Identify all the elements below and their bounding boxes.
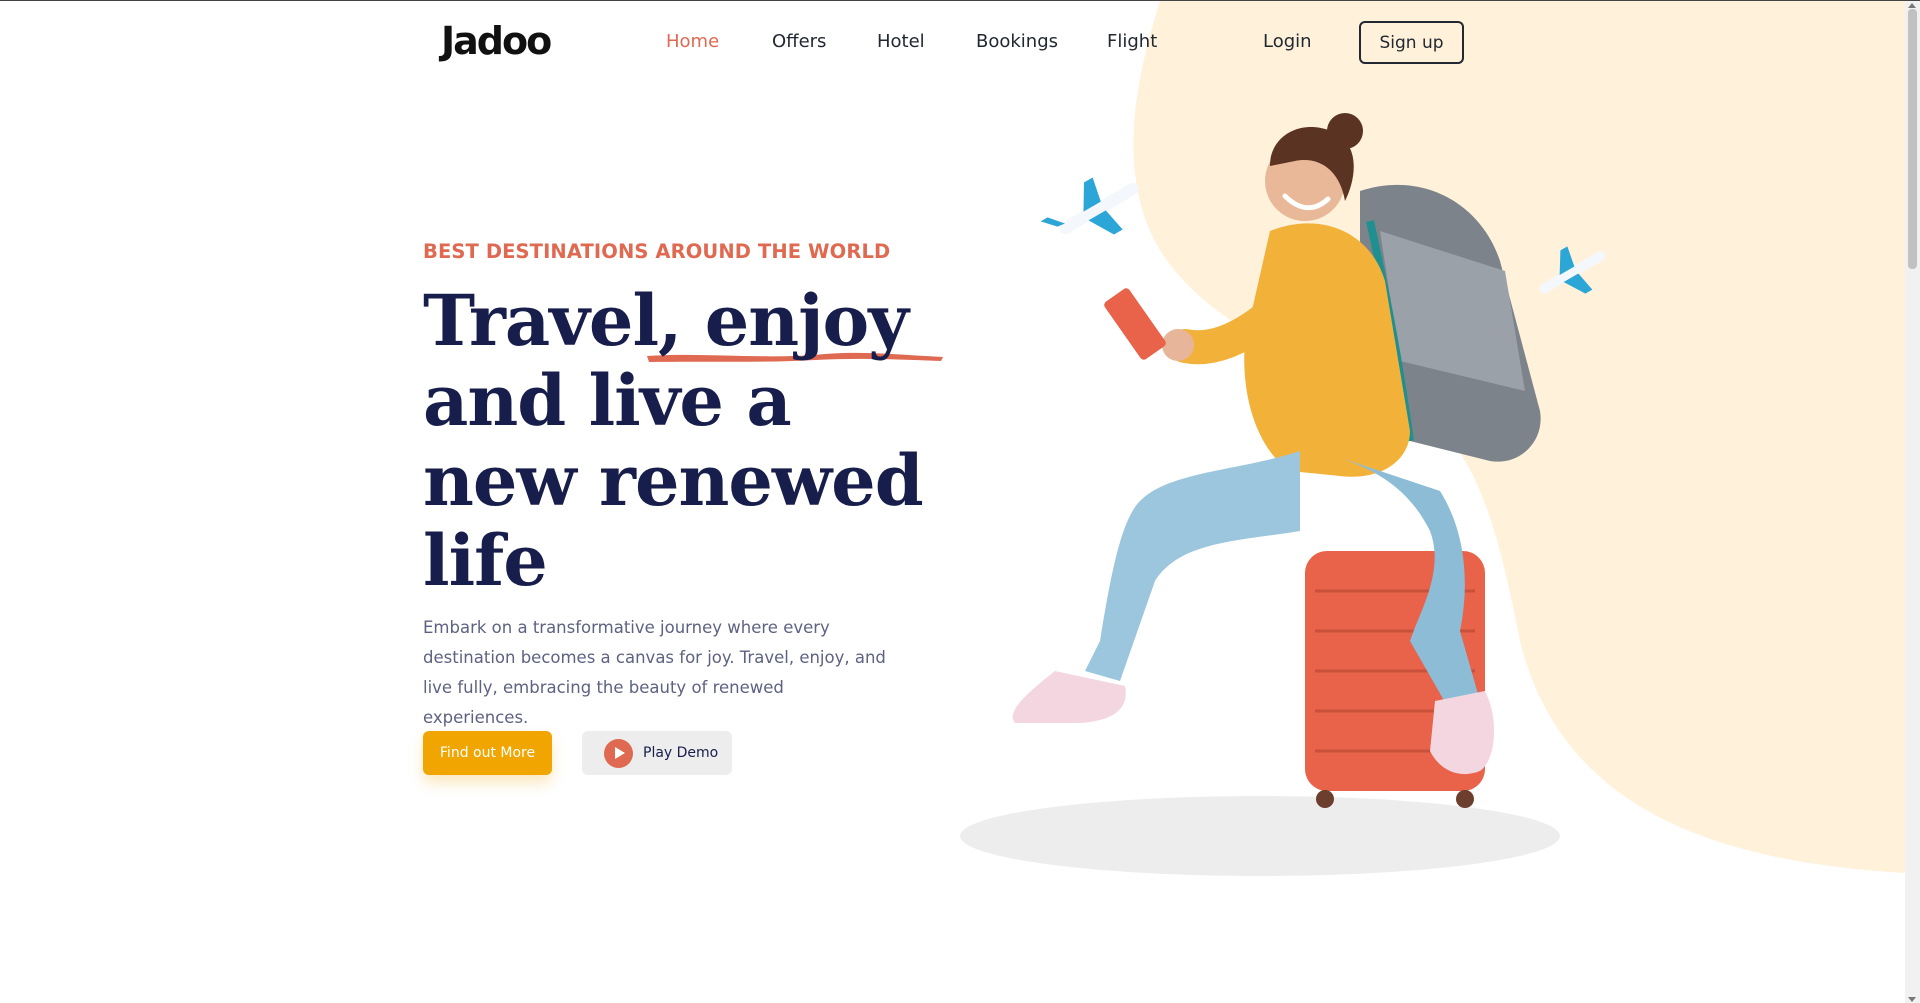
page-scrollbar[interactable] (1905, 1, 1920, 1003)
nav-item-hotel[interactable]: Hotel (877, 31, 925, 52)
play-demo-label: Play Demo (643, 745, 719, 761)
scroll-up-icon[interactable] (1908, 3, 1916, 8)
signup-button[interactable]: Sign up (1359, 21, 1464, 64)
hero-eyebrow: BEST DESTINATIONS AROUND THE WORLD (423, 240, 891, 263)
hero-description: Embark on a transformative journey where… (423, 618, 886, 727)
nav-item-bookings[interactable]: Bookings (976, 31, 1058, 52)
headline-line: Travel, enjoy (423, 279, 909, 362)
headline-line: new renewed (423, 439, 924, 522)
landing-page: Jadoo Home Offers Hotel Bookings Flight … (0, 0, 1920, 1003)
scroll-down-icon[interactable] (1908, 997, 1916, 1002)
hero-headline: Travel, enjoy and live a new renewed lif… (423, 281, 983, 601)
play-icon (604, 738, 633, 768)
traveler-illustration (960, 113, 1606, 876)
logo[interactable]: Jadoo (441, 19, 552, 63)
nav-item-offers[interactable]: Offers (772, 31, 826, 52)
play-demo-button[interactable]: Play Demo (582, 731, 732, 775)
leg (1085, 451, 1300, 681)
headline-line: and live a (423, 359, 792, 442)
ticket (1104, 288, 1166, 360)
airplane-icon (1040, 177, 1139, 235)
scroll-thumb[interactable] (1908, 9, 1917, 269)
floor-shadow (960, 796, 1560, 876)
find-out-more-button[interactable]: Find out More (423, 731, 552, 775)
shoe (1430, 691, 1495, 775)
shoe (1012, 671, 1126, 723)
login-link[interactable]: Login (1263, 31, 1312, 52)
nav-item-flight[interactable]: Flight (1107, 31, 1157, 52)
logo-text: Jadoo (441, 19, 552, 63)
nav-item-home[interactable]: Home (666, 31, 719, 52)
airplane-icon (1539, 246, 1606, 294)
headline-line: life (423, 519, 548, 602)
